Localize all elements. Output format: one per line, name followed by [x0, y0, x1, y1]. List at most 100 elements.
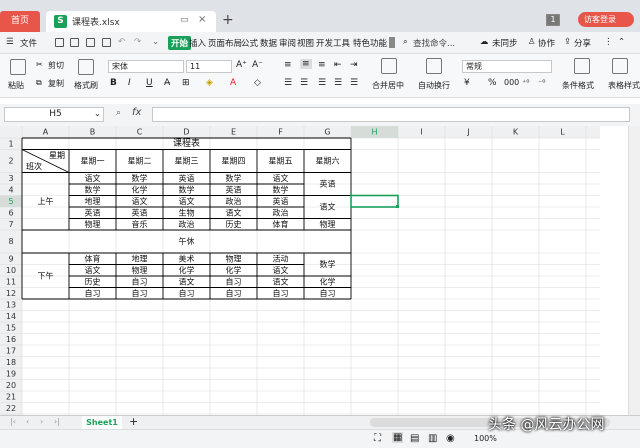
cut-icon[interactable]: ✂	[36, 60, 43, 69]
row-header-13[interactable]: 13	[6, 300, 16, 309]
align-center-icon[interactable]: ☰	[300, 78, 308, 88]
home-tab[interactable]: 首页	[0, 11, 40, 32]
undo-icon[interactable]: ↶	[118, 37, 125, 47]
column-header-H[interactable]: H	[371, 128, 377, 137]
menu-data[interactable]: 数据	[260, 37, 277, 49]
column-header-I[interactable]: I	[420, 128, 422, 137]
column-header-J[interactable]: J	[466, 128, 469, 137]
percent-button[interactable]: %	[488, 78, 497, 88]
menu-review[interactable]: 审阅	[279, 37, 296, 49]
border-icon[interactable]: ⊞	[182, 78, 190, 88]
save-icon[interactable]	[55, 38, 64, 47]
print-preview-icon[interactable]	[70, 38, 79, 47]
copy-icon[interactable]: ⧉	[36, 78, 42, 88]
user-icon[interactable]: ♙	[528, 37, 536, 47]
formula-input[interactable]	[152, 107, 630, 122]
clear-format-icon[interactable]: ◇	[254, 78, 261, 88]
fill-handle[interactable]	[396, 205, 399, 208]
row-header-19[interactable]: 19	[6, 369, 16, 378]
row-header-15[interactable]: 15	[6, 323, 16, 332]
number-format-select[interactable]: 常规	[462, 60, 552, 73]
align-right-icon[interactable]: ☰	[318, 78, 326, 88]
currency-icon[interactable]: ¥	[464, 78, 470, 88]
more-icon[interactable]: ⋮	[604, 37, 613, 47]
menu-insert[interactable]: 插入	[189, 37, 206, 49]
cut-button[interactable]: 剪切	[48, 60, 64, 71]
grow-font-icon[interactable]: A⁺	[236, 60, 247, 70]
row-header-18[interactable]: 18	[6, 358, 16, 367]
italic-button[interactable]: I	[128, 78, 131, 88]
column-header-E[interactable]: E	[231, 128, 236, 137]
row-header-8[interactable]: 8	[8, 237, 13, 246]
menu-file[interactable]: 文件	[20, 37, 37, 49]
column-header-L[interactable]: L	[560, 128, 565, 137]
zoom-magnifier-icon[interactable]: ⌕	[116, 108, 121, 118]
format-painter-icon[interactable]	[78, 59, 94, 75]
row-header-20[interactable]: 20	[6, 381, 16, 390]
align-left-icon[interactable]: ☰	[284, 78, 292, 88]
share-icon[interactable]: ⇪	[564, 37, 571, 47]
menu-page-layout[interactable]: 页面布局	[208, 37, 242, 49]
row-header-16[interactable]: 16	[6, 335, 16, 344]
redo-icon[interactable]: ↷	[134, 37, 141, 47]
align-middle-icon[interactable]: ≡	[300, 59, 312, 69]
column-header-F[interactable]: F	[278, 128, 283, 137]
fx-button[interactable]: fx	[132, 107, 141, 118]
more-chevron-icon[interactable]: ⌄	[152, 37, 159, 47]
spreadsheet-grid[interactable]: A B C D E F G H I J K L 1 2 3 4 5 6 7 8 9 10 11 12 13 14 15 16 17 18 1…	[0, 126, 600, 438]
row-header-5[interactable]: 5	[8, 197, 13, 206]
font-select[interactable]: 宋体	[108, 60, 184, 73]
menu-developer[interactable]: 开发工具	[316, 37, 350, 49]
underline-button[interactable]: U	[146, 78, 153, 88]
export-icon[interactable]	[102, 38, 111, 47]
indent-increase-icon[interactable]: ⇥	[350, 60, 358, 70]
collab-button[interactable]: 协作	[538, 37, 555, 49]
doc-tab[interactable]: S 课程表.xlsx ▭ ×	[46, 11, 216, 32]
reading-mode-icon[interactable]: ◉	[446, 433, 455, 444]
next-sheet-icon[interactable]: ›	[40, 417, 43, 426]
column-header-C[interactable]: C	[137, 128, 143, 137]
format-painter-button[interactable]: 格式刷	[74, 80, 98, 91]
column-header-G[interactable]: G	[324, 128, 330, 137]
column-header-B[interactable]: B	[90, 128, 96, 137]
row-header-4[interactable]: 4	[8, 185, 13, 194]
page-layout-icon[interactable]: ▤	[410, 433, 419, 444]
share-button[interactable]: 分享	[574, 37, 591, 49]
font-size-select[interactable]: 11	[186, 60, 232, 73]
sheet-tab-sheet1[interactable]: Sheet1	[82, 416, 122, 429]
search-icon[interactable]: ⌕	[403, 37, 408, 47]
row-header-6[interactable]: 6	[8, 208, 13, 217]
menu-formula[interactable]: 公式	[241, 37, 258, 49]
close-icon[interactable]: ×	[198, 14, 206, 25]
paste-button[interactable]: 粘贴	[8, 80, 24, 91]
grid-canvas[interactable]: A B C D E F G H I J K L1234567891011121314151617181…	[0, 126, 600, 438]
hamburger-icon[interactable]: ☰	[6, 37, 14, 47]
row-header-21[interactable]: 21	[6, 392, 16, 401]
decrease-decimal-icon[interactable]: ⁻⁰	[538, 78, 545, 87]
menu-start[interactable]: 开始	[168, 36, 192, 50]
distribute-icon[interactable]: ☰	[350, 78, 358, 88]
row-header-2[interactable]: 2	[8, 157, 13, 166]
paste-icon[interactable]	[10, 59, 26, 75]
menu-view[interactable]: 视图	[297, 37, 314, 49]
row-header-3[interactable]: 3	[8, 174, 13, 183]
selected-cell-h5[interactable]	[350, 194, 399, 208]
add-sheet-button[interactable]: +	[129, 415, 138, 428]
table-style-icon[interactable]	[612, 58, 628, 74]
row-header-14[interactable]: 14	[6, 312, 16, 321]
first-sheet-icon[interactable]: |‹	[10, 417, 16, 426]
cell-reference-box[interactable]: H5	[4, 107, 104, 122]
column-header-A[interactable]: A	[43, 128, 49, 137]
conditional-format-button[interactable]: 条件格式	[562, 80, 594, 91]
row-header-17[interactable]: 17	[6, 346, 16, 355]
page-break-icon[interactable]: ▥	[428, 433, 437, 444]
cloud-icon[interactable]: ☁	[480, 37, 489, 47]
row-header-7[interactable]: 7	[8, 220, 13, 229]
row-header-9[interactable]: 9	[8, 254, 13, 263]
wrap-button[interactable]: 自动换行	[418, 80, 450, 91]
thousands-button[interactable]: 000	[504, 78, 519, 87]
row-header-12[interactable]: 12	[6, 289, 16, 298]
font-color-icon[interactable]: A	[230, 78, 236, 88]
menu-features[interactable]: 特色功能	[353, 37, 387, 49]
zoom-level[interactable]: 100%	[474, 434, 497, 443]
